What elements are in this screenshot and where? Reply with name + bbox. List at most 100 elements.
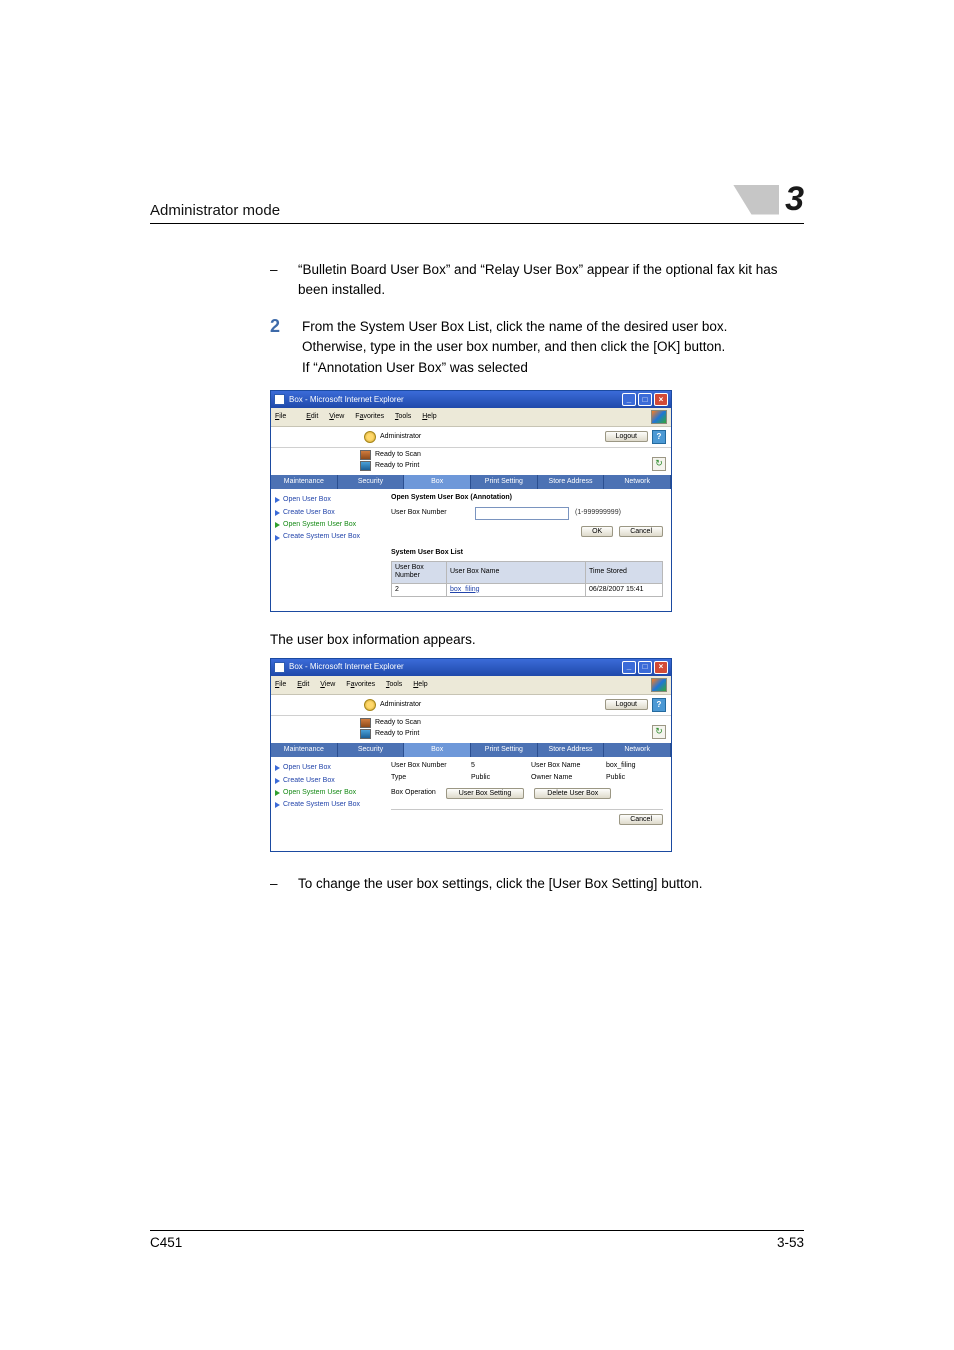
menu-file[interactable]: File [275,413,295,420]
tab-network[interactable]: Network [604,475,671,489]
menu-help[interactable]: Help [422,413,436,420]
window-title: Box - Microsoft Internet Explorer [289,395,404,405]
menu-favorites[interactable]: Favorites [355,413,384,420]
screenshot-open-system-box: Box - Microsoft Internet Explorer _ □ × … [270,390,672,612]
screenshot-box-info: Box - Microsoft Internet Explorer _ □ × … [270,658,672,852]
label-type: Type [391,774,471,782]
help-icon[interactable]: ? [652,430,666,444]
sidebar-item-create-system-user-box[interactable]: Create System User Box [275,531,379,543]
cancel-button[interactable]: Cancel [619,814,663,825]
th-number: User Box Number [392,561,447,583]
status-print: Ready to Print [375,462,419,470]
tab-bar: Maintenance Security Box Print Setting S… [271,743,671,757]
running-head-title: Administrator mode [150,202,280,219]
menu-file[interactable]: File [275,681,286,688]
close-button[interactable]: × [654,661,668,674]
refresh-icon[interactable]: ↻ [652,457,666,471]
label-box-operation: Box Operation [391,789,436,797]
tab-store-address[interactable]: Store Address [538,475,605,489]
help-icon[interactable]: ? [652,698,666,712]
tab-box[interactable]: Box [404,475,471,489]
admin-icon [364,699,376,711]
label-box-name: User Box Name [531,762,606,770]
system-user-box-table: User Box Number User Box Name Time Store… [391,561,663,597]
step-number: 2 [270,313,284,380]
sidebar-item-create-user-box[interactable]: Create User Box [275,775,379,787]
sidebar: Open User Box Create User Box Open Syste… [271,489,383,611]
menu-tools[interactable]: Tools [395,413,411,420]
dash-icon: – [270,260,284,299]
printer-icon [360,461,371,471]
maximize-button[interactable]: □ [638,661,652,674]
triangle-icon [275,535,280,541]
value-box-name: box_filing [606,762,663,770]
label-owner: Owner Name [531,774,606,782]
minimize-button[interactable]: _ [622,661,636,674]
menu-tools[interactable]: Tools [386,681,402,688]
window-titlebar: Box - Microsoft Internet Explorer _ □ × [271,391,671,408]
tab-security[interactable]: Security [338,475,405,489]
ie-logo-icon [274,662,285,673]
minimize-button[interactable]: _ [622,393,636,406]
menu-view[interactable]: View [320,681,335,688]
box-link[interactable]: box_filing [450,586,480,593]
field-label-box-number: User Box Number [391,509,469,517]
th-name: User Box Name [447,561,586,583]
tab-box[interactable]: Box [404,743,471,757]
window-title: Box - Microsoft Internet Explorer [289,662,404,672]
label-box-number: User Box Number [391,762,471,770]
tab-security[interactable]: Security [338,743,405,757]
tab-print-setting[interactable]: Print Setting [471,475,538,489]
triangle-icon [275,790,280,796]
footer-page: 3-53 [777,1235,804,1250]
user-box-number-input[interactable] [475,507,569,520]
th-time: Time Stored [586,561,663,583]
value-type: Public [471,774,531,782]
admin-icon [364,431,376,443]
triangle-icon [275,765,280,771]
logout-button[interactable]: Logout [605,699,648,710]
sidebar-item-open-user-box[interactable]: Open User Box [275,494,379,506]
menu-favorites[interactable]: Favorites [346,681,375,688]
sidebar-item-create-user-box[interactable]: Create User Box [275,507,379,519]
note-bullet: – To change the user box settings, click… [270,874,790,894]
tab-store-address[interactable]: Store Address [538,743,605,757]
caption-info-appears: The user box information appears. [270,630,790,650]
ok-button[interactable]: OK [581,526,613,537]
sidebar-item-open-system-user-box[interactable]: Open System User Box [275,519,379,531]
chapter-badge: 3 [733,180,804,219]
logout-button[interactable]: Logout [605,431,648,442]
sidebar-item-create-system-user-box[interactable]: Create System User Box [275,799,379,811]
value-owner: Public [606,774,663,782]
cancel-button[interactable]: Cancel [619,526,663,537]
sidebar-item-open-user-box[interactable]: Open User Box [275,762,379,774]
menu-edit[interactable]: Edit [306,413,318,420]
menu-bar: File Edit View Favorites Tools Help [271,408,671,427]
triangle-icon [275,510,280,516]
cell-number: 2 [392,583,447,596]
close-button[interactable]: × [654,393,668,406]
triangle-icon [275,522,280,528]
tab-maintenance[interactable]: Maintenance [271,475,338,489]
window-titlebar: Box - Microsoft Internet Explorer _ □ × [271,659,671,676]
tab-print-setting[interactable]: Print Setting [471,743,538,757]
step-text-line1: From the System User Box List, click the… [302,317,790,356]
maximize-button[interactable]: □ [638,393,652,406]
value-box-number: 5 [471,762,531,770]
menu-view[interactable]: View [329,413,344,420]
status-scan: Ready to Scan [375,451,421,459]
sidebar-item-open-system-user-box[interactable]: Open System User Box [275,787,379,799]
tab-maintenance[interactable]: Maintenance [271,743,338,757]
status-print: Ready to Print [375,730,419,738]
note-text: “Bulletin Board User Box” and “Relay Use… [298,260,790,299]
menu-help[interactable]: Help [413,681,427,688]
delete-user-box-button[interactable]: Delete User Box [534,788,611,799]
tab-network[interactable]: Network [604,743,671,757]
chapter-badge-box [733,185,779,215]
scanner-icon [360,450,371,460]
ie-throbber-icon [651,410,667,424]
dash-icon: – [270,874,284,894]
menu-edit[interactable]: Edit [297,681,309,688]
refresh-icon[interactable]: ↻ [652,725,666,739]
user-box-setting-button[interactable]: User Box Setting [446,788,525,799]
